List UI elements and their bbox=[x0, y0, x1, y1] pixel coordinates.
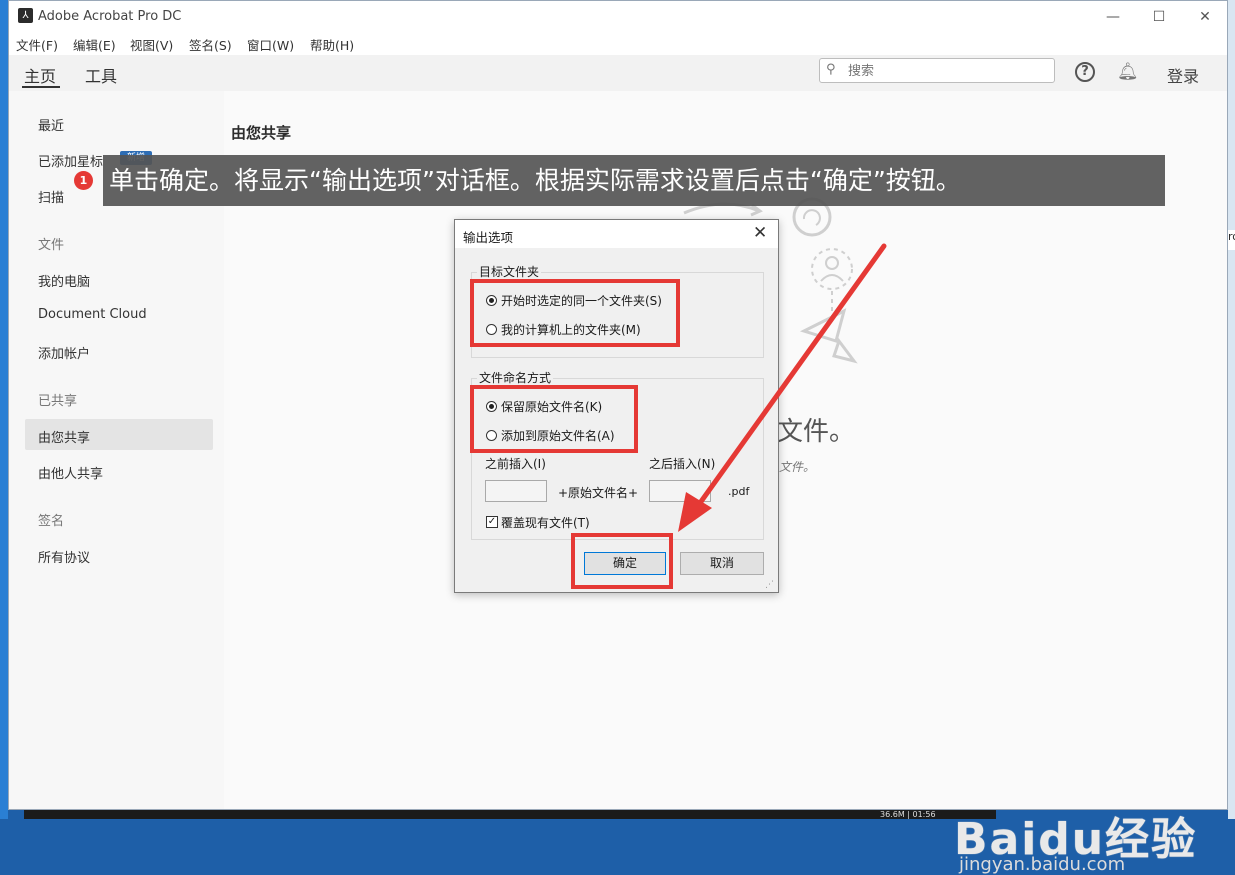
sidebar-item-starred[interactable]: 已添加星标 bbox=[38, 151, 103, 170]
insert-after-input[interactable] bbox=[649, 480, 711, 502]
page-title: 由您共享 bbox=[231, 124, 292, 142]
tutorial-annotation: 单击确定。将显示“输出选项”对话框。根据实际需求设置后点击“确定”按钮。 bbox=[103, 155, 1165, 206]
empty-state-text: 文件。 bbox=[777, 417, 856, 447]
target-folder-title: 目标文件夹 bbox=[477, 263, 542, 280]
desktop-edge-left bbox=[0, 0, 8, 819]
cancel-button[interactable]: 取消 bbox=[680, 552, 764, 575]
dialog-title-bar: 输出选项 ✕ bbox=[455, 220, 778, 248]
sidebar-section-sign: 签名 bbox=[38, 514, 65, 529]
insert-before-label: 之前插入(I) bbox=[485, 457, 546, 471]
dialog-title: 输出选项 bbox=[463, 230, 514, 245]
menu-help[interactable]: 帮助(H) bbox=[310, 35, 354, 54]
sidebar-item-all-agreements[interactable]: 所有协议 bbox=[38, 547, 90, 566]
desktop-edge-right bbox=[1228, 0, 1235, 819]
close-button[interactable]: ✕ bbox=[1191, 7, 1219, 27]
menu-edit[interactable]: 编辑(E) bbox=[73, 35, 116, 54]
output-options-dialog: 输出选项 ✕ 目标文件夹 开始时选定的同一个文件夹(S) 我的计算机上的文件夹(… bbox=[454, 219, 779, 593]
sidebar-item-add-account[interactable]: 添加帐户 bbox=[38, 343, 90, 362]
search-box[interactable]: ⚲ bbox=[819, 58, 1055, 83]
sidebar-item-shared-by-you[interactable]: 由您共享 bbox=[38, 427, 90, 446]
sidebar-section-files: 文件 bbox=[38, 238, 65, 253]
search-input[interactable] bbox=[846, 61, 1050, 81]
empty-state-subtext: 文件。 bbox=[779, 460, 816, 474]
naming-title: 文件命名方式 bbox=[477, 369, 554, 386]
resize-grip-icon[interactable]: ⋰ bbox=[765, 580, 774, 590]
minimize-button[interactable]: — bbox=[1099, 7, 1127, 27]
taskbar-status: 36.6M | 01:56 bbox=[880, 810, 936, 819]
step-number-badge: 1 bbox=[74, 171, 93, 190]
acrobat-logo-icon: ⅄ bbox=[18, 8, 33, 23]
menu-window[interactable]: 窗口(W) bbox=[247, 35, 294, 54]
login-button[interactable]: 登录 bbox=[1167, 63, 1199, 87]
highlight-ok-button bbox=[571, 533, 673, 589]
sidebar-item-scan[interactable]: 扫描 bbox=[38, 187, 64, 206]
bell-icon[interactable]: 🔔︎ bbox=[1117, 62, 1139, 82]
maximize-button[interactable]: ☐ bbox=[1145, 7, 1173, 27]
dialog-close-icon[interactable]: ✕ bbox=[753, 223, 767, 243]
insert-before-input[interactable] bbox=[485, 480, 547, 502]
title-bar: ⅄ Adobe Acrobat Pro DC — ☐ ✕ bbox=[9, 1, 1227, 33]
tab-bar: 主页 工具 ⚲ ? 🔔︎ 登录 bbox=[9, 55, 1227, 92]
overwrite-label: 覆盖现有文件(T) bbox=[501, 516, 590, 530]
tab-home[interactable]: 主页 bbox=[24, 63, 56, 87]
help-icon[interactable]: ? bbox=[1075, 62, 1095, 82]
menu-file[interactable]: 文件(F) bbox=[16, 35, 58, 54]
insert-after-label: 之后插入(N) bbox=[649, 457, 716, 471]
sidebar-item-shared-by-others[interactable]: 由他人共享 bbox=[38, 463, 103, 482]
menu-sign[interactable]: 签名(S) bbox=[189, 35, 232, 54]
tab-active-indicator bbox=[22, 86, 60, 88]
search-icon: ⚲ bbox=[826, 62, 836, 77]
tab-tools[interactable]: 工具 bbox=[85, 63, 117, 87]
highlight-target-folder bbox=[470, 279, 680, 347]
sidebar-section-shared: 已共享 bbox=[38, 394, 78, 409]
original-name-text: +原始文件名+ bbox=[558, 486, 639, 500]
baidu-watermark-url: jingyan.baidu.com bbox=[959, 854, 1126, 875]
sidebar-item-document-cloud[interactable]: Document Cloud bbox=[38, 307, 147, 322]
menu-view[interactable]: 视图(V) bbox=[130, 35, 173, 54]
desktop-partial-window: ro bbox=[1228, 230, 1235, 250]
pdf-extension: .pdf bbox=[728, 485, 750, 498]
highlight-naming bbox=[470, 385, 638, 453]
sidebar-item-recent[interactable]: 最近 bbox=[38, 115, 64, 134]
overwrite-checkbox[interactable]: ✓ bbox=[486, 516, 498, 528]
sidebar-item-my-computer[interactable]: 我的电脑 bbox=[38, 271, 90, 290]
taskbar: 36.6M | 01:56 bbox=[24, 810, 996, 819]
menu-bar: 文件(F) 编辑(E) 视图(V) 签名(S) 窗口(W) 帮助(H) bbox=[9, 33, 1227, 56]
window-title: Adobe Acrobat Pro DC bbox=[38, 9, 182, 24]
